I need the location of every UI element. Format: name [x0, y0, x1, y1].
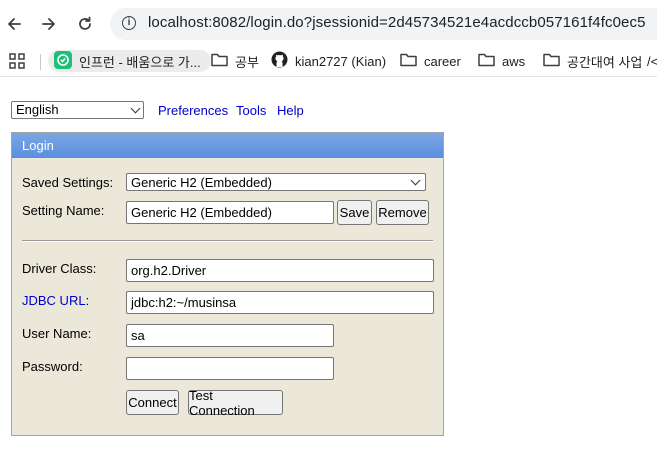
jdbc-url-colon: :	[85, 293, 90, 308]
jdbc-url-input[interactable]: jdbc:h2:~/musinsa	[126, 291, 434, 314]
setting-name-input[interactable]: Generic H2 (Embedded)	[126, 201, 334, 224]
user-name-value: sa	[131, 328, 145, 343]
login-panel: Login Saved Settings: Generic H2 (Embedd…	[11, 132, 444, 436]
login-panel-title: Login	[12, 133, 443, 158]
chevron-down-icon	[130, 103, 141, 114]
bookmarks-bar: 인프런 - 배움으로 가... 공부 kian2727 (Kian) caree…	[0, 46, 657, 77]
inflearn-icon	[54, 50, 79, 72]
bookmark-aws[interactable]: aws	[478, 50, 525, 72]
password-label: Password:	[22, 359, 83, 374]
url-text[interactable]: localhost:8082/login.do?jsessionid=2d457…	[148, 14, 646, 31]
site-info-icon[interactable]: i	[122, 16, 136, 30]
driver-class-input[interactable]: org.h2.Driver	[126, 259, 434, 282]
driver-class-value: org.h2.Driver	[131, 263, 207, 278]
language-select-value: English	[16, 102, 59, 117]
folder-icon	[478, 52, 502, 70]
folder-icon	[543, 52, 567, 70]
browser-toolbar: i localhost:8082/login.do?jsessionid=2d4…	[0, 0, 657, 46]
bookmark-label: 인프런 - 배움으로 가...	[79, 54, 201, 70]
bookmark-separator	[40, 54, 41, 70]
back-icon[interactable]	[2, 12, 26, 36]
bookmark-github[interactable]: kian2727 (Kian)	[271, 50, 386, 72]
bookmark-label: kian2727 (Kian)	[295, 53, 387, 69]
address-bar[interactable]: i localhost:8082/login.do?jsessionid=2d4…	[110, 8, 657, 40]
jdbc-url-value: jdbc:h2:~/musinsa	[131, 295, 237, 310]
help-link[interactable]: Help	[277, 103, 304, 118]
jdbc-url-link[interactable]: JDBC URL	[22, 293, 86, 308]
jdbc-url-label-group: JDBC URL:	[22, 293, 89, 308]
test-connection-button[interactable]: Test Connection	[188, 388, 283, 418]
user-name-input[interactable]: sa	[126, 324, 334, 347]
language-select[interactable]: English	[11, 101, 144, 119]
github-icon	[271, 51, 295, 71]
apps-grid-icon[interactable]	[8, 50, 33, 72]
remove-button[interactable]: Remove	[376, 200, 429, 225]
setting-name-label: Setting Name:	[22, 203, 105, 218]
connect-button[interactable]: Connect	[126, 390, 179, 415]
saved-settings-select[interactable]: Generic H2 (Embedded)	[126, 173, 426, 191]
folder-icon	[400, 52, 424, 70]
password-input[interactable]	[126, 357, 334, 380]
folder-icon	[211, 52, 235, 70]
user-name-label: User Name:	[22, 326, 92, 341]
bookmark-inflearn[interactable]: 인프런 - 배움으로 가...	[48, 50, 211, 72]
bookmark-label: /<	[647, 53, 657, 69]
bookmark-label: aws	[502, 53, 526, 69]
divider	[22, 240, 433, 242]
bookmark-study[interactable]: 공부	[211, 50, 259, 72]
bookmark-space-rental[interactable]: 공간대여 사업	[543, 50, 642, 72]
setting-name-value: Generic H2 (Embedded)	[131, 205, 272, 220]
save-button[interactable]: Save	[337, 200, 372, 225]
chevron-down-icon	[410, 175, 421, 186]
driver-class-label: Driver Class:	[22, 261, 97, 276]
preferences-link[interactable]: Preferences	[158, 103, 228, 118]
tools-link[interactable]: Tools	[236, 103, 266, 118]
saved-settings-value: Generic H2 (Embedded)	[131, 174, 272, 190]
forward-icon[interactable]	[37, 12, 61, 36]
bookmark-label: 공부	[235, 54, 259, 70]
bookmark-overflow[interactable]: /<	[647, 50, 657, 72]
saved-settings-label: Saved Settings:	[22, 175, 114, 190]
bookmark-career[interactable]: career	[400, 50, 461, 72]
bookmark-label: career	[424, 53, 461, 69]
reload-icon[interactable]	[73, 12, 97, 36]
bookmark-label: 공간대여 사업	[567, 54, 643, 70]
